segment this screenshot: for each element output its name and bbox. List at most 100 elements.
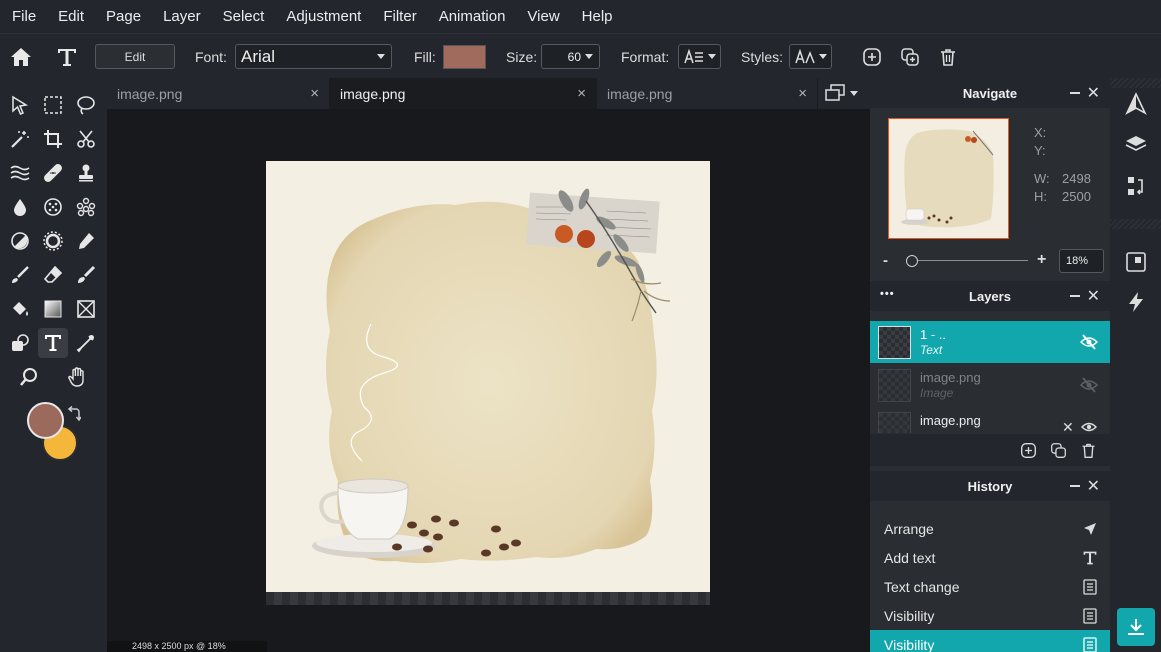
zoom-slider-track[interactable]	[906, 260, 1028, 261]
layers-menu-icon[interactable]: •••	[880, 288, 895, 300]
gradient-icon[interactable]	[38, 294, 68, 324]
move-tool-icon[interactable]	[5, 90, 35, 120]
size-select[interactable]: 60	[541, 44, 600, 69]
layer-row-selected[interactable]: 1 - .. Text	[870, 321, 1110, 363]
foreground-color-swatch[interactable]	[27, 402, 64, 439]
magic-wand-icon[interactable]	[5, 124, 35, 154]
history-item[interactable]: Text change	[870, 572, 1110, 601]
brush-icon[interactable]	[5, 260, 35, 290]
close-icon[interactable]: ✕	[1087, 286, 1100, 306]
trash-icon[interactable]	[938, 34, 958, 79]
hand-pan-icon[interactable]	[63, 362, 93, 392]
history-item[interactable]: Add text	[870, 543, 1110, 572]
history-item[interactable]: Arrange	[870, 514, 1110, 543]
close-icon[interactable]: ×	[798, 85, 807, 102]
zoom-input[interactable]: 18%	[1059, 249, 1104, 273]
edit-button[interactable]: Edit	[95, 44, 175, 69]
close-icon[interactable]: ✕	[1087, 476, 1100, 496]
tab-image-2[interactable]: image.png ×	[330, 78, 597, 109]
scissors-icon[interactable]	[71, 124, 101, 154]
history-panel-icon[interactable]	[1124, 174, 1148, 198]
shapes-icon[interactable]	[5, 328, 35, 358]
navigator-thumbnail[interactable]	[888, 118, 1009, 239]
canvas-area[interactable]: 2498 x 2500 px @ 18%	[107, 109, 870, 652]
height-value: 2500	[1062, 189, 1091, 204]
clone-stamp-icon[interactable]	[71, 158, 101, 188]
styles-dropdown[interactable]	[789, 44, 832, 69]
tools-panel	[0, 78, 107, 652]
download-icon	[1128, 619, 1144, 635]
document-canvas[interactable]	[266, 161, 710, 592]
history-item[interactable]: Visibility	[870, 601, 1110, 630]
tab-image-3[interactable]: image.png ×	[597, 78, 818, 109]
marquee-select-icon[interactable]	[38, 90, 68, 120]
sponge-icon[interactable]	[38, 192, 68, 222]
eraser-icon[interactable]	[38, 260, 68, 290]
menu-select[interactable]: Select	[223, 8, 265, 25]
zoom-in-button[interactable]: +	[1037, 251, 1046, 269]
color-picker-icon[interactable]	[71, 226, 101, 256]
layer-row[interactable]: image.png ✕	[870, 407, 1110, 433]
download-button[interactable]	[1117, 608, 1155, 646]
duplicate-icon[interactable]	[900, 34, 920, 79]
expand-panel-icon[interactable]	[1124, 250, 1148, 274]
delete-x-icon[interactable]: ✕	[1062, 419, 1074, 433]
layer-name: image.png	[920, 370, 981, 385]
eyedropper-icon[interactable]	[71, 328, 101, 358]
healing-bandage-icon[interactable]	[38, 158, 68, 188]
text-tool-button-icon[interactable]	[38, 328, 68, 358]
minimize-icon[interactable]	[1070, 485, 1080, 487]
close-icon[interactable]: ×	[577, 85, 586, 102]
tab-image-1[interactable]: image.png ×	[107, 78, 330, 109]
add-layer-icon[interactable]	[862, 34, 882, 79]
zoom-slider-handle[interactable]	[906, 255, 918, 267]
crop-icon[interactable]	[38, 124, 68, 154]
menu-filter[interactable]: Filter	[383, 8, 416, 25]
font-select[interactable]: Arial	[235, 44, 392, 69]
zoom-out-button[interactable]: -	[883, 252, 888, 269]
format-dropdown[interactable]	[678, 44, 721, 69]
smudge-brush-icon[interactable]	[71, 260, 101, 290]
add-layer-icon[interactable]	[1020, 442, 1037, 459]
paint-bucket-icon[interactable]	[5, 294, 35, 324]
menu-animation[interactable]: Animation	[439, 8, 506, 25]
sharpen-gear-icon[interactable]	[38, 226, 68, 256]
dodge-burn-icon[interactable]	[5, 226, 35, 256]
menu-help[interactable]: Help	[582, 8, 613, 25]
menu-layer[interactable]: Layer	[163, 8, 201, 25]
menu-view[interactable]: View	[527, 8, 559, 25]
eye-icon[interactable]	[1081, 421, 1097, 433]
navigate-panel-icon[interactable]	[1124, 92, 1148, 116]
actions-lightning-icon[interactable]	[1124, 290, 1148, 314]
eye-hidden-icon[interactable]	[1080, 377, 1098, 393]
liquify-icon[interactable]	[5, 158, 35, 188]
menu-edit[interactable]: Edit	[58, 8, 84, 25]
blur-drop-icon[interactable]	[5, 192, 35, 222]
document-icon	[1083, 637, 1097, 652]
window-arrange-button[interactable]	[825, 84, 858, 102]
swap-colors-icon[interactable]	[67, 406, 81, 422]
chevron-down-icon	[818, 54, 827, 59]
lasso-icon[interactable]	[71, 90, 101, 120]
shape-frame-icon[interactable]	[71, 294, 101, 324]
history-label: Visibility	[884, 636, 935, 652]
dots-pattern-icon[interactable]	[71, 192, 101, 222]
layer-row[interactable]: image.png Image	[870, 364, 1110, 406]
history-item-active[interactable]: Visibility	[870, 630, 1110, 652]
home-icon[interactable]	[10, 34, 32, 79]
right-panels: Navigate ✕ X: Y: W: 2498 H: 2500 - + 18%	[870, 78, 1110, 652]
minimize-icon[interactable]	[1070, 92, 1080, 94]
layers-footer	[870, 434, 1110, 466]
menu-adjustment[interactable]: Adjustment	[286, 8, 361, 25]
duplicate-icon[interactable]	[1050, 442, 1067, 459]
close-icon[interactable]: ✕	[1087, 83, 1100, 103]
trash-icon[interactable]	[1080, 442, 1097, 459]
layers-panel-icon[interactable]	[1124, 132, 1148, 156]
minimize-icon[interactable]	[1070, 295, 1080, 297]
menu-file[interactable]: File	[12, 8, 36, 25]
zoom-icon[interactable]	[14, 362, 44, 392]
close-icon[interactable]: ×	[310, 85, 319, 102]
eye-hidden-icon[interactable]	[1080, 334, 1098, 350]
fill-color-swatch[interactable]	[443, 44, 486, 69]
menu-page[interactable]: Page	[106, 8, 141, 25]
